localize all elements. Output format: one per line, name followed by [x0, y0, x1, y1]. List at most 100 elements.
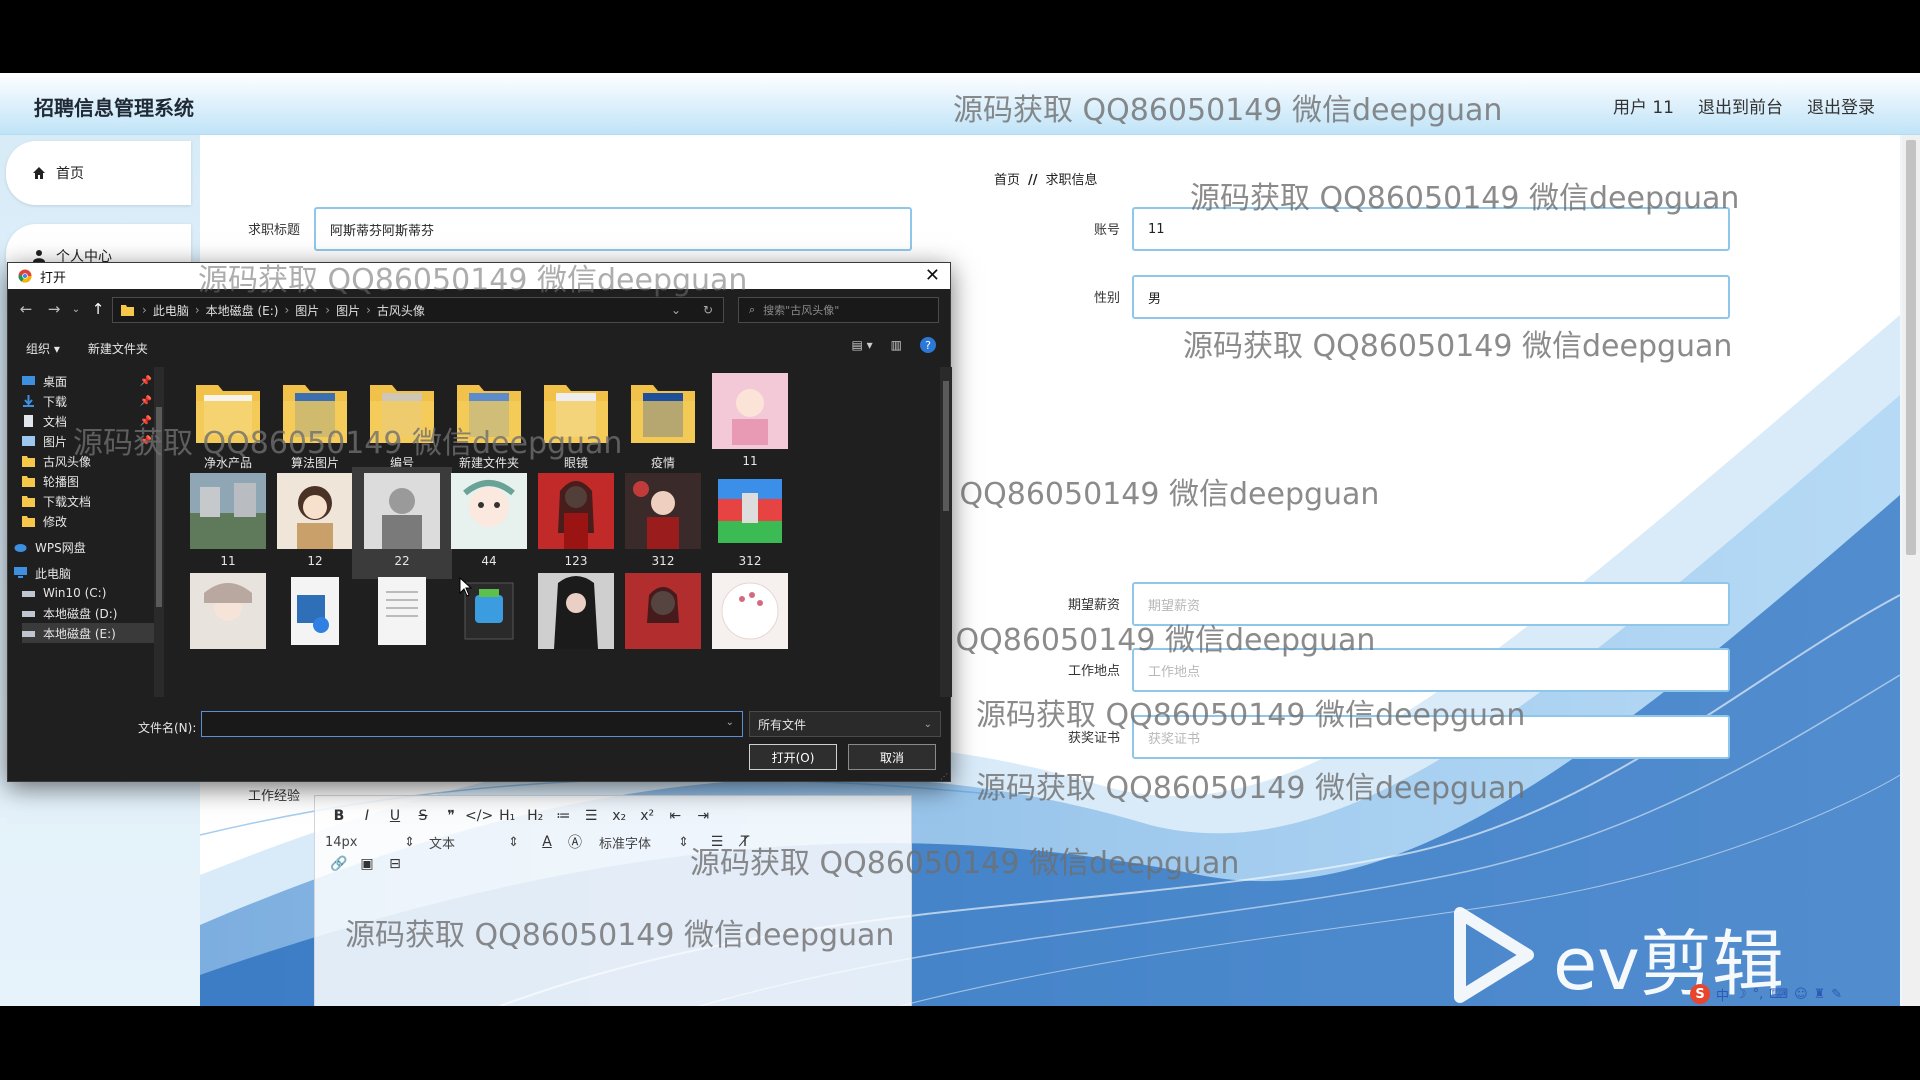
keyboard-icon[interactable]: ⌨: [1769, 987, 1788, 1002]
ordered-list-button[interactable]: ≔: [549, 808, 577, 824]
media-item[interactable]: [265, 567, 365, 679]
nav-drive-d[interactable]: 本地磁盘 (D:): [22, 603, 160, 623]
underline-button[interactable]: U: [381, 808, 409, 824]
code-button[interactable]: </>: [465, 808, 493, 824]
bullet-list-button[interactable]: ☰: [577, 808, 605, 824]
location-field[interactable]: 工作地点: [1132, 648, 1730, 692]
image-item[interactable]: [178, 567, 278, 679]
refresh-icon[interactable]: ↻: [703, 303, 713, 317]
back-arrow-icon[interactable]: ←: [12, 300, 40, 318]
resize-grip-icon[interactable]: ⋰: [940, 772, 948, 781]
application-item[interactable]: [439, 567, 539, 679]
image-item[interactable]: 123: [526, 467, 626, 579]
clear-format-icon[interactable]: T̸: [731, 834, 759, 850]
account-field[interactable]: 11: [1132, 207, 1730, 251]
filename-input[interactable]: ⌄: [201, 711, 743, 737]
italic-button[interactable]: I: [353, 808, 381, 824]
folder-item[interactable]: 眼镜: [526, 367, 626, 479]
nav-drive-c[interactable]: Win10 (C:): [22, 583, 160, 603]
close-icon[interactable]: ✕: [925, 265, 940, 286]
folder-item[interactable]: 新建文件夹: [439, 367, 539, 479]
chevron-down-icon[interactable]: ⌄: [726, 717, 734, 728]
nav-folder[interactable]: 轮播图: [22, 471, 160, 491]
path-segment[interactable]: 此电脑: [153, 302, 189, 319]
archive-item[interactable]: 312: [700, 467, 800, 579]
title-field[interactable]: 阿斯蒂芬阿斯蒂芬: [314, 207, 912, 251]
quote-button[interactable]: ❞: [437, 808, 465, 824]
font-family-select[interactable]: 标准字体 ⇕: [599, 833, 689, 852]
nav-pictures[interactable]: 图片 📌: [22, 431, 160, 451]
nav-drive-e[interactable]: 本地磁盘 (E:): [22, 623, 160, 643]
page-scrollbar[interactable]: [1902, 135, 1920, 1006]
sogou-icon[interactable]: S: [1690, 984, 1710, 1004]
gender-field[interactable]: 男: [1132, 275, 1730, 319]
punct-icon[interactable]: °,: [1753, 987, 1764, 1002]
nav-folder[interactable]: 下载文档: [22, 491, 160, 511]
folder-item[interactable]: 编号: [352, 367, 452, 479]
nav-logout[interactable]: 退出登录: [1807, 93, 1875, 118]
nav-this-pc[interactable]: 此电脑: [14, 563, 152, 583]
image-item[interactable]: [526, 567, 626, 679]
breadcrumb-home[interactable]: 首页: [994, 173, 1020, 188]
filetype-select[interactable]: 所有文件 ⌄: [749, 711, 941, 737]
new-folder-button[interactable]: 新建文件夹: [88, 340, 148, 357]
bold-button[interactable]: B: [325, 808, 353, 824]
nav-back-to-front[interactable]: 退出到前台: [1698, 93, 1783, 118]
image-item[interactable]: 44: [439, 467, 539, 579]
image-icon[interactable]: ▣: [353, 856, 381, 872]
nav-pane-scrollbar[interactable]: [154, 367, 164, 697]
cancel-button[interactable]: 取消: [848, 744, 936, 770]
help-icon[interactable]: ?: [920, 337, 936, 353]
font-size-select[interactable]: 14px ⇕: [325, 835, 415, 850]
nav-wps-cloud[interactable]: WPS网盘: [14, 537, 152, 557]
path-segment[interactable]: 图片: [336, 302, 360, 319]
document-item[interactable]: [352, 567, 452, 679]
salary-field[interactable]: 期望薪资: [1132, 582, 1730, 626]
h1-button[interactable]: H₁: [493, 808, 521, 824]
nav-desktop[interactable]: 桌面 📌: [22, 371, 160, 391]
nav-folder[interactable]: 修改: [22, 511, 160, 531]
up-arrow-icon[interactable]: ↑: [84, 300, 112, 318]
superscript-button[interactable]: x²: [633, 808, 661, 824]
shirt-icon[interactable]: ♜: [1814, 987, 1826, 1002]
image-item[interactable]: 12: [265, 467, 365, 579]
file-grid-scrollbar-thumb[interactable]: [943, 381, 949, 511]
folder-item[interactable]: 算法图片: [265, 367, 365, 479]
open-button[interactable]: 打开(O): [749, 744, 837, 770]
align-icon[interactable]: ☰: [703, 834, 731, 850]
nav-documents[interactable]: 文档 📌: [22, 411, 160, 431]
video-icon[interactable]: ⊟: [381, 856, 409, 872]
sidebar-item-home[interactable]: 首页: [6, 141, 191, 205]
image-item[interactable]: 312: [613, 467, 713, 579]
folder-item[interactable]: 净水产品: [178, 367, 278, 479]
search-input[interactable]: ⌕ 搜索"古风头像": [738, 297, 939, 323]
subscript-button[interactable]: x₂: [605, 808, 633, 824]
view-options-icon[interactable]: ▤ ▾: [851, 338, 872, 352]
page-scrollbar-thumb[interactable]: [1906, 140, 1916, 555]
rich-text-editor[interactable]: B I U S ❞ </> H₁ H₂ ≔ ☰ x₂ x² ⇤ ⇥ 14px ⇕ …: [314, 795, 912, 1006]
folder-item[interactable]: 疫情: [613, 367, 713, 479]
address-bar[interactable]: › 此电脑 › 本地磁盘 (E:) › 图片 › 图片 › 古风头像 ⌄ ↻: [112, 297, 724, 323]
background-color-icon[interactable]: Ⓐ: [561, 832, 589, 852]
path-segment[interactable]: 古风头像: [377, 302, 425, 319]
path-segment[interactable]: 图片: [295, 302, 319, 319]
h2-button[interactable]: H₂: [521, 808, 549, 824]
chevron-down-icon[interactable]: ⌄: [671, 303, 681, 317]
nav-pane-scrollbar-thumb[interactable]: [156, 407, 162, 607]
text-type-select[interactable]: 文本 ⇕: [429, 833, 519, 852]
recent-chevron-icon[interactable]: ⌄: [68, 304, 84, 315]
file-grid-scrollbar[interactable]: [940, 367, 952, 697]
image-item[interactable]: [700, 567, 800, 679]
image-item[interactable]: 11: [178, 467, 278, 579]
nav-downloads[interactable]: 下载 📌: [22, 391, 160, 411]
font-color-icon[interactable]: A: [533, 834, 561, 850]
outdent-button[interactable]: ⇤: [661, 808, 689, 824]
image-item[interactable]: [613, 567, 713, 679]
user-icon[interactable]: ☺: [1794, 987, 1808, 1002]
forward-arrow-icon[interactable]: →: [40, 300, 68, 318]
path-segment[interactable]: 本地磁盘 (E:): [206, 302, 279, 319]
preview-pane-icon[interactable]: ▥: [891, 338, 902, 352]
image-item-selected[interactable]: 22: [352, 467, 452, 579]
ime-mode-icon[interactable]: 中: [1716, 985, 1729, 1004]
indent-button[interactable]: ⇥: [689, 808, 717, 824]
